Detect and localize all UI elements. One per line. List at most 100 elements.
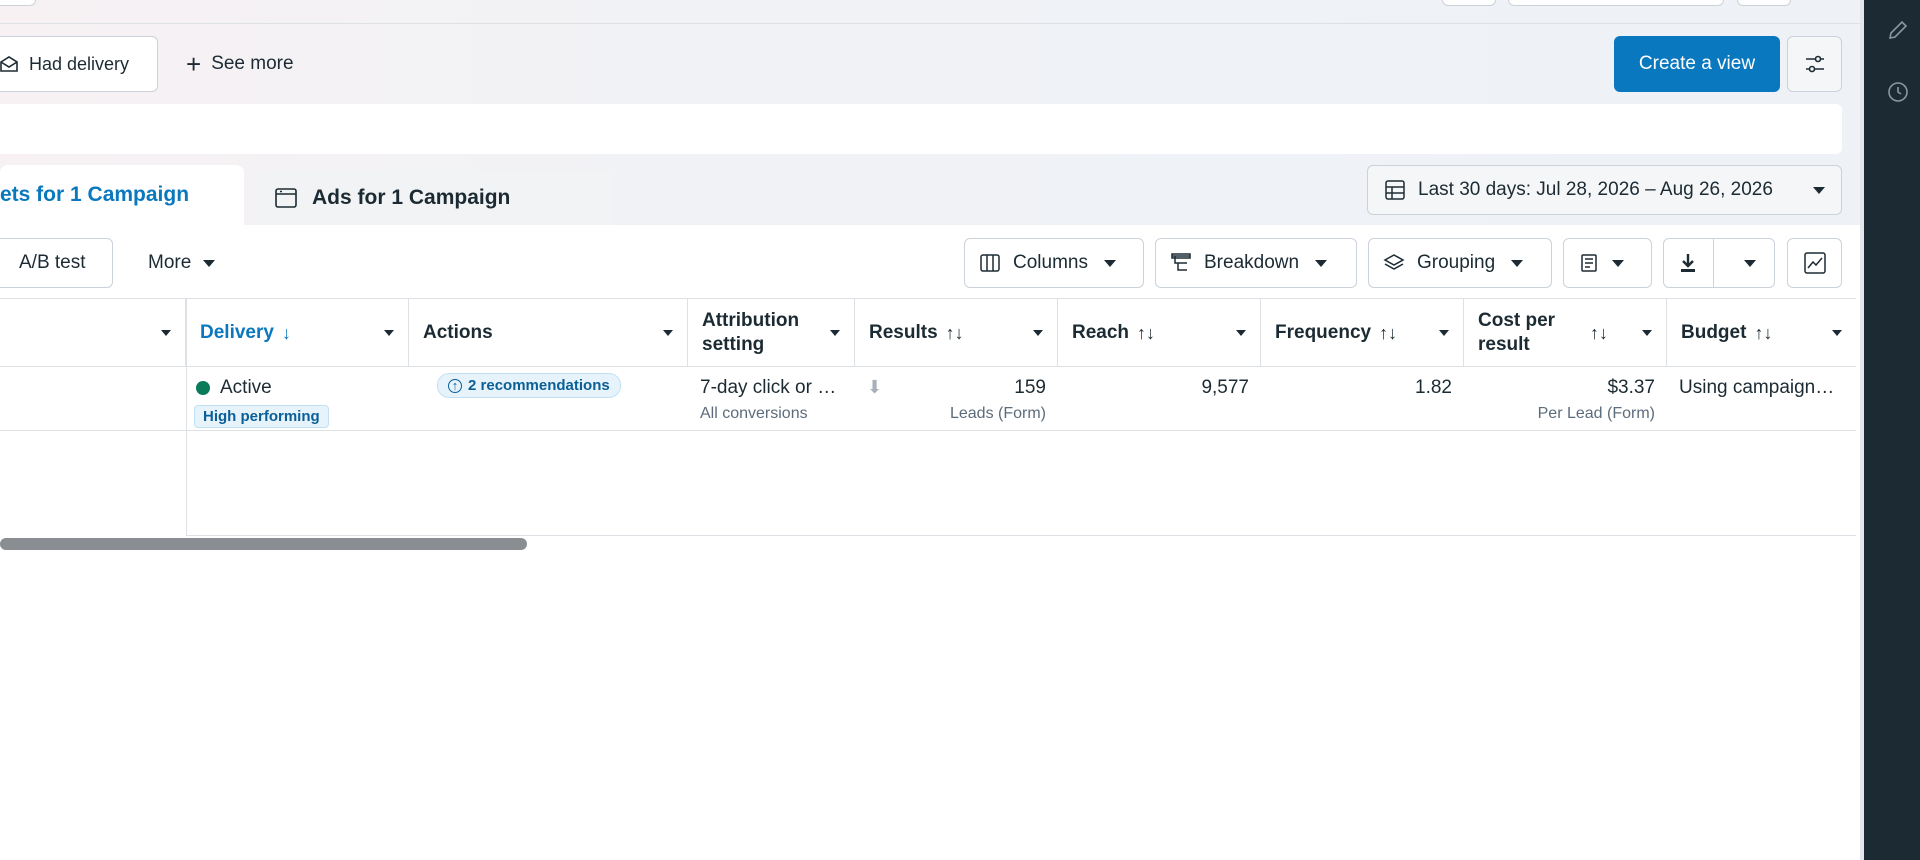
caret-down-icon	[1642, 330, 1652, 336]
top-strip	[0, 0, 1860, 24]
export-button[interactable]	[1664, 239, 1714, 287]
breakdown-icon	[1171, 253, 1191, 271]
header-cost-per-result[interactable]: Cost per result ↑↓	[1464, 299, 1667, 367]
arrow-up-circle-icon: ↑	[448, 378, 462, 393]
budget-value: Using campaign…	[1679, 377, 1835, 398]
header-delivery-label: Delivery	[200, 322, 274, 343]
more-label: More	[148, 252, 192, 273]
table-row[interactable]: Active High performing ↑ 2 recommendatio…	[0, 367, 1856, 431]
header-name[interactable]	[0, 299, 186, 367]
search-filter-bar[interactable]	[0, 104, 1842, 154]
breakdown-label: Breakdown	[1204, 252, 1300, 273]
tab-ads-label: Ads for 1 Campaign	[312, 185, 511, 209]
plus-icon: +	[186, 49, 202, 79]
pencil-icon[interactable]	[1886, 18, 1910, 42]
ab-test-button[interactable]: A/B test	[0, 238, 113, 288]
caret-down-icon	[1103, 259, 1116, 267]
breakdown-button[interactable]: Breakdown	[1155, 238, 1357, 288]
table-bottom-border	[186, 535, 1856, 536]
caret-down-icon	[830, 330, 840, 336]
date-range-picker[interactable]: Last 30 days: Jul 28, 2026 – Aug 26, 202…	[1367, 165, 1842, 215]
header-frequency-label: Frequency	[1275, 322, 1372, 343]
cell-frequency: 1.82	[1261, 367, 1464, 431]
see-more-label: See more	[211, 53, 294, 74]
export-options-button[interactable]	[1726, 239, 1775, 287]
caret-down-icon	[1612, 259, 1624, 267]
main-panel: Had delivery + See more Create a view et…	[0, 0, 1860, 860]
horizontal-scrollbar[interactable]	[0, 538, 527, 550]
cell-attribution: 7-day click or … All conversions	[688, 367, 855, 431]
reach-value: 9,577	[1201, 377, 1249, 398]
results-sub: Leads (Form)	[949, 405, 1046, 422]
cell-delivery: Active High performing	[186, 367, 409, 431]
chart-icon	[1803, 252, 1826, 274]
clock-icon[interactable]	[1886, 80, 1910, 104]
ad-sets-table: Delivery ↓ Actions Attribution setting R…	[0, 298, 1856, 536]
active-status-dot	[196, 381, 210, 395]
columns-icon	[980, 254, 1000, 272]
header-delivery[interactable]: Delivery ↓	[186, 299, 409, 367]
right-rail	[1860, 0, 1920, 860]
view-settings-button[interactable]	[1787, 36, 1842, 92]
download-icon: ⬇	[867, 377, 883, 397]
more-button[interactable]: More	[134, 238, 229, 288]
sort-icon: ↑↓	[1590, 322, 1608, 343]
layers-icon	[1383, 254, 1405, 270]
cell-cost: $3.37 Per Lead (Form)	[1464, 367, 1667, 431]
tab-ads[interactable]: Ads for 1 Campaign	[256, 170, 614, 225]
ab-test-label: A/B test	[19, 252, 86, 273]
header-results-label: Results	[869, 322, 938, 343]
caret-down-icon	[1236, 330, 1246, 336]
sort-icon: ↑↓	[945, 322, 964, 343]
cost-sub: Per Lead (Form)	[1537, 405, 1655, 422]
see-more-button[interactable]: + See more	[176, 36, 304, 92]
caret-down-icon	[1033, 330, 1043, 336]
header-reach-label: Reach	[1072, 322, 1130, 343]
delivery-status: Active	[220, 377, 272, 398]
strip-button-1[interactable]	[1442, 0, 1496, 6]
attribution-value: 7-day click or …	[700, 377, 837, 398]
strip-button-2[interactable]	[1508, 0, 1724, 6]
header-attribution-label: Attribution setting	[702, 310, 800, 355]
high-performing-badge[interactable]: High performing	[194, 405, 329, 428]
tab-adsets[interactable]: ets for 1 Campaign	[0, 165, 244, 225]
header-reach[interactable]: Reach ↑↓	[1058, 299, 1261, 367]
export-button-group	[1663, 238, 1775, 288]
cell-results: ⬇ 159 Leads (Form)	[855, 367, 1058, 431]
recommendations-pill[interactable]: ↑ 2 recommendations	[437, 373, 621, 398]
header-actions[interactable]: Actions	[409, 299, 688, 367]
table-icon	[1385, 180, 1405, 200]
results-value: 159	[1014, 377, 1046, 398]
reports-button[interactable]	[1563, 238, 1652, 288]
ad-window-icon	[275, 187, 297, 208]
attribution-sub: All conversions	[700, 405, 808, 422]
caret-down-icon	[1511, 259, 1524, 267]
header-actions-label: Actions	[423, 322, 493, 343]
sort-icon: ↑↓	[1754, 322, 1773, 343]
columns-button[interactable]: Columns	[964, 238, 1144, 288]
cell-actions: ↑ 2 recommendations	[409, 367, 688, 431]
grouping-button[interactable]: Grouping	[1368, 238, 1552, 288]
strip-button-3[interactable]	[1737, 0, 1791, 6]
columns-label: Columns	[1013, 252, 1088, 273]
header-results[interactable]: Results ↑↓	[855, 299, 1058, 367]
caret-down-icon	[203, 259, 216, 267]
header-cost-label: Cost per result	[1478, 310, 1556, 355]
caret-down-icon	[161, 330, 171, 336]
header-frequency[interactable]: Frequency ↑↓	[1261, 299, 1464, 367]
caret-down-icon	[1315, 259, 1328, 267]
header-budget-label: Budget	[1681, 322, 1747, 343]
header-attribution[interactable]: Attribution setting	[688, 299, 855, 367]
grouping-label: Grouping	[1417, 252, 1496, 273]
arrow-down-icon: ↓	[281, 322, 291, 343]
sort-icon: ↑↓	[1137, 322, 1156, 343]
strip-button-left[interactable]	[0, 0, 36, 6]
had-delivery-chip[interactable]: Had delivery	[0, 36, 158, 92]
header-budget[interactable]: Budget ↑↓	[1667, 299, 1856, 367]
sliders-icon	[1805, 55, 1824, 73]
charts-button[interactable]	[1787, 238, 1842, 288]
create-view-button[interactable]: Create a view	[1614, 36, 1780, 92]
download-icon	[1681, 254, 1696, 272]
caret-down-icon	[663, 330, 673, 336]
caret-down-icon	[384, 330, 394, 336]
